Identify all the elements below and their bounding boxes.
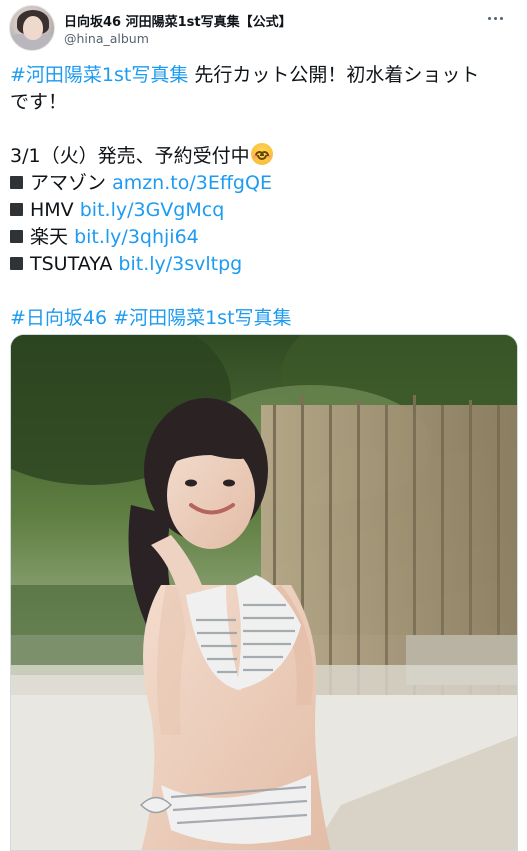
tweet-photo[interactable] (10, 334, 518, 851)
store-name: HMV (30, 199, 74, 221)
tweet-text: #河田陽菜1st写真集 先行カット公開！初水着ショット です！ 3/1（火）発売… (10, 62, 520, 332)
store-line-amazon: アマゾン amzn.to/3EffgQE (10, 170, 520, 197)
black-square-icon (10, 203, 23, 216)
store-name: TSUTAYA (30, 253, 113, 275)
hashtag-link[interactable]: #河田陽菜1st写真集 (113, 307, 291, 329)
black-square-icon (10, 230, 23, 243)
account-handle[interactable]: @hina_album (64, 31, 149, 46)
store-line-hmv: HMV bit.ly/3GVgMcq (10, 197, 520, 224)
store-name: アマゾン (30, 172, 107, 194)
smiling-face-emoji-icon (250, 143, 273, 165)
tweet-line-2: です！ (10, 91, 68, 113)
more-horizontal-icon (487, 16, 503, 20)
hashtag-line: #日向坂46 #河田陽菜1st写真集 (10, 305, 520, 332)
store-line-rakuten: 楽天 bit.ly/3qhji64 (10, 224, 520, 251)
black-square-icon (10, 176, 23, 189)
tweet-line-1: #河田陽菜1st写真集 先行カット公開！初水着ショット (10, 62, 520, 89)
hashtag-link[interactable]: #日向坂46 (10, 307, 107, 329)
release-line: 3/1（火）発売、予約受付中 (10, 143, 520, 170)
tweet-text-fragment: 先行カット公開！初水着ショット (188, 64, 480, 86)
store-link[interactable]: bit.ly/3qhji64 (74, 226, 199, 248)
avatar[interactable] (9, 5, 55, 51)
display-name[interactable]: 日向坂46 河田陽菜1st写真集【公式】 (64, 11, 292, 30)
tweet-header: 日向坂46 河田陽菜1st写真集【公式】 @hina_album (0, 0, 527, 58)
black-square-icon (10, 257, 23, 270)
store-name: 楽天 (30, 226, 69, 248)
store-link[interactable]: amzn.to/3EffgQE (112, 172, 272, 194)
hashtag-link[interactable]: #河田陽菜1st写真集 (10, 64, 188, 86)
more-options-button[interactable] (480, 6, 510, 30)
store-line-tsutaya: TSUTAYA bit.ly/3svltpg (10, 251, 520, 278)
store-link[interactable]: bit.ly/3GVgMcq (80, 199, 225, 221)
store-link[interactable]: bit.ly/3svltpg (118, 253, 242, 275)
release-text: 3/1（火）発売、予約受付中 (10, 145, 250, 167)
photo-illustration (11, 335, 517, 850)
